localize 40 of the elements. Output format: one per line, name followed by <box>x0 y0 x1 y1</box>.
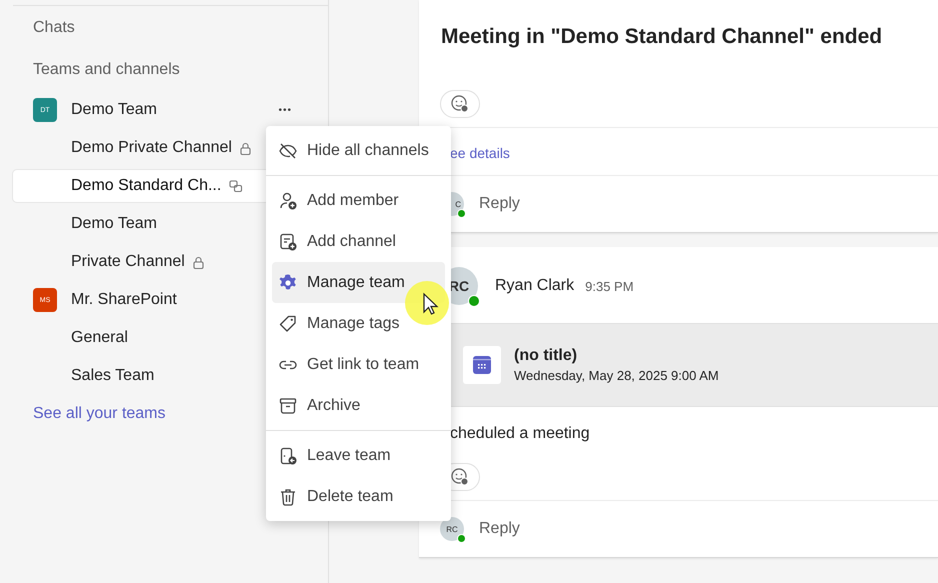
team-name[interactable]: Mr. SharePoint <box>71 291 177 309</box>
reply-field[interactable]: Reply <box>479 520 520 538</box>
calendar-icon <box>472 355 492 375</box>
author-name: Ryan Clark <box>495 277 574 295</box>
lock-icon <box>240 142 251 154</box>
post-time: 9:35 PM <box>585 278 634 294</box>
menu-item[interactable]: Archive <box>272 385 445 426</box>
menu-item[interactable]: Get link to team <box>272 344 445 385</box>
menu-item[interactable]: Manage tags <box>272 303 445 344</box>
section-label[interactable]: Teams and channels <box>33 60 180 78</box>
message-text: cheduled a meeting <box>449 424 591 443</box>
presence-icon <box>457 209 466 218</box>
reply-field[interactable]: Reply <box>479 195 520 213</box>
leave-icon <box>278 446 298 466</box>
lock-icon <box>192 256 204 268</box>
team-name[interactable]: Demo Team <box>71 101 157 119</box>
menu-item[interactable]: Leave team <box>272 435 445 476</box>
archive-icon <box>278 396 298 416</box>
section-label[interactable]: Chats <box>33 19 75 37</box>
presence-icon <box>457 534 466 543</box>
trash-icon <box>278 486 298 506</box>
hide-icon <box>278 140 298 160</box>
tag-icon <box>278 314 298 334</box>
emoji-add-icon <box>450 94 470 114</box>
add-reaction-button[interactable] <box>440 90 480 118</box>
member-icon <box>278 190 298 210</box>
more-options-button[interactable]: ••• <box>278 104 292 116</box>
menu-item[interactable]: Manage team <box>272 262 445 303</box>
see-all-teams-link[interactable]: See all your teams <box>0 395 166 423</box>
channel-icon <box>278 232 298 252</box>
gear-icon <box>278 272 298 292</box>
menu-item[interactable]: Add channel <box>272 221 445 262</box>
event-title[interactable]: (no title) <box>514 347 719 365</box>
post-title: Meeting in "Demo Standard Channel" ended <box>440 24 884 49</box>
event-date: Wednesday, May 28, 2025 9:00 AM <box>514 368 719 383</box>
menu-item[interactable]: Delete team <box>272 476 445 517</box>
menu-item[interactable]: Hide all channels <box>272 130 445 171</box>
shared-channel-icon <box>229 180 244 192</box>
avatar: RC <box>440 517 464 541</box>
presence-icon <box>468 295 480 307</box>
